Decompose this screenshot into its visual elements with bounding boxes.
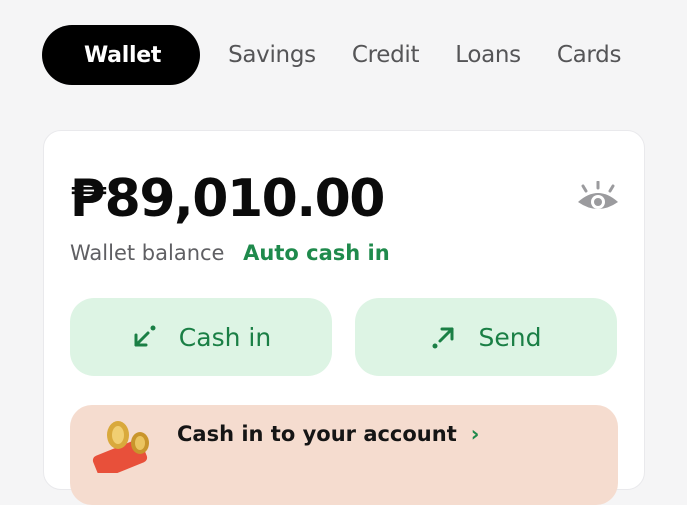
- coins-illustration-icon: [88, 413, 158, 479]
- tab-wallet[interactable]: Wallet: [42, 25, 201, 85]
- promo-label: Cash in to your account: [177, 422, 457, 446]
- cash-in-promo-banner[interactable]: Cash in to your account ›: [70, 405, 618, 505]
- wallet-card: ₱89,010.00 Wallet balance Auto cash in C…: [43, 130, 645, 505]
- promo-text: Cash in to your account ›: [177, 422, 479, 446]
- send-label: Send: [478, 322, 542, 352]
- balance-row: Wallet balance Auto cash in: [70, 237, 390, 269]
- wallet-balance-amount: ₱89,010.00: [70, 169, 385, 229]
- tab-credit[interactable]: Credit: [352, 42, 420, 68]
- tab-bar: Wallet Savings Credit Loans Cards: [42, 25, 657, 85]
- tab-savings[interactable]: Savings: [228, 42, 316, 68]
- cash-in-button[interactable]: Cash in: [70, 298, 332, 376]
- wallet-balance-label: Wallet balance: [70, 241, 225, 265]
- eye-icon[interactable]: [575, 180, 621, 215]
- tab-loans[interactable]: Loans: [455, 42, 521, 68]
- send-button[interactable]: Send: [355, 298, 617, 376]
- auto-cash-in-link[interactable]: Auto cash in: [243, 241, 390, 265]
- cash-in-label: Cash in: [178, 322, 272, 352]
- chevron-right-icon: ›: [470, 422, 480, 446]
- tab-cards[interactable]: Cards: [557, 42, 622, 68]
- arrow-up-right-icon: [431, 324, 457, 350]
- arrow-down-left-icon: [131, 324, 157, 350]
